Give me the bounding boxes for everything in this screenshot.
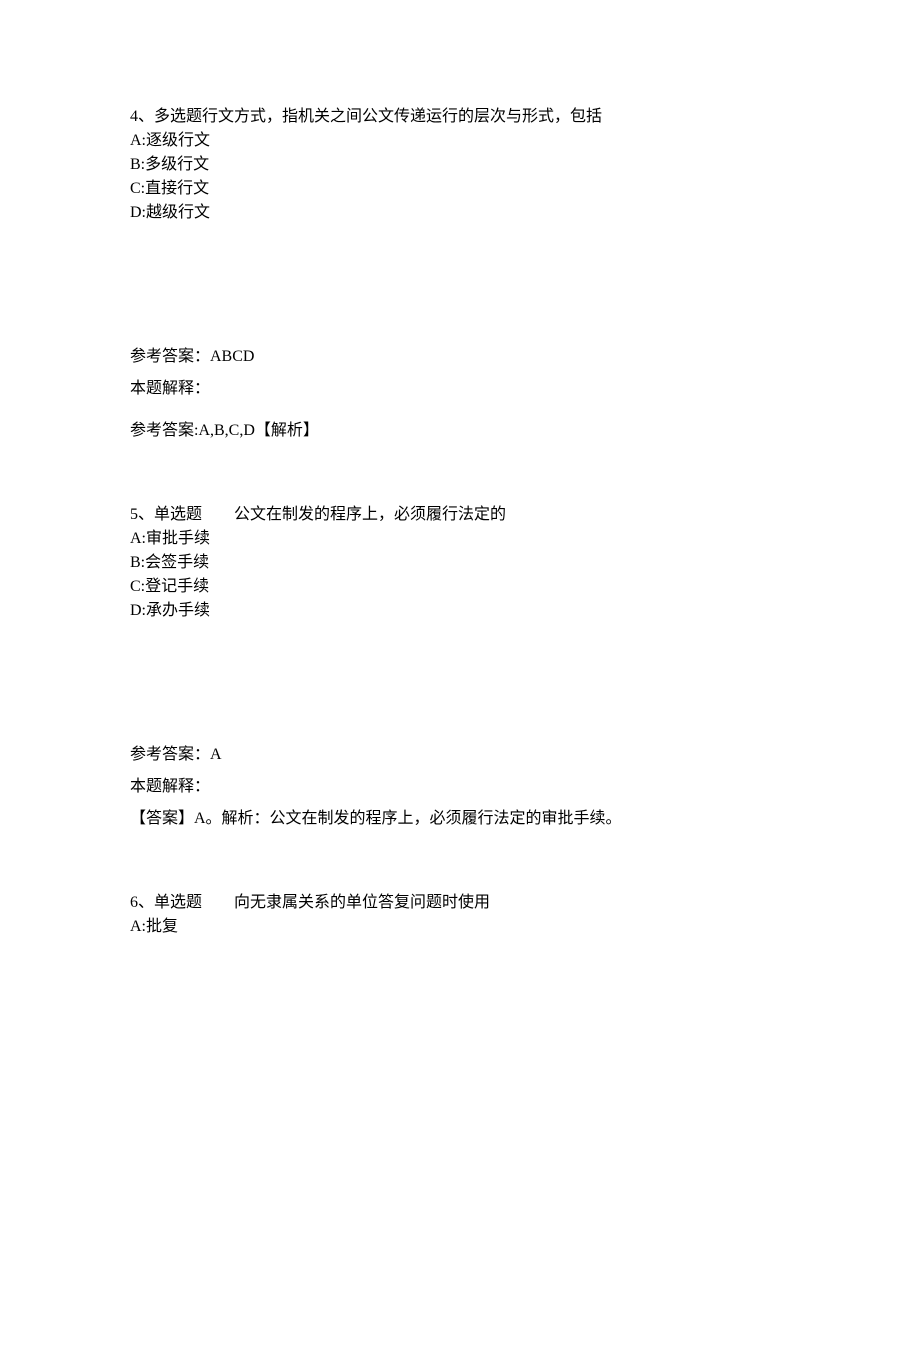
question-4-explain-label: 本题解释： (130, 377, 790, 401)
question-4: 4、多选题行文方式，指机关之间公文传递运行的层次与形式，包括 A:逐级行文 B:… (130, 105, 790, 225)
question-4-answer: 参考答案：ABCD 本题解释： 参考答案:A,B,C,D【解析】 (130, 345, 790, 443)
question-4-option-d: D:越级行文 (130, 201, 790, 225)
question-4-header: 4、多选题行文方式，指机关之间公文传递运行的层次与形式，包括 (130, 105, 790, 129)
question-4-option-c: C:直接行文 (130, 177, 790, 201)
question-5-explain-label: 本题解释： (130, 775, 790, 799)
question-4-answer-label: 参考答案：ABCD (130, 345, 790, 369)
question-4-explain-text: 参考答案:A,B,C,D【解析】 (130, 419, 790, 443)
question-5: 5、单选题 公文在制发的程序上，必须履行法定的 A:审批手续 B:会签手续 C:… (130, 503, 790, 623)
question-4-option-a: A:逐级行文 (130, 129, 790, 153)
question-5-explain-text: 【答案】A。解析：公文在制发的程序上，必须履行法定的审批手续。 (130, 807, 790, 831)
question-5-option-c: C:登记手续 (130, 575, 790, 599)
question-6-header: 6、单选题 向无隶属关系的单位答复问题时使用 (130, 891, 790, 915)
question-4-option-b: B:多级行文 (130, 153, 790, 177)
question-5-option-a: A:审批手续 (130, 527, 790, 551)
question-5-option-b: B:会签手续 (130, 551, 790, 575)
question-5-header: 5、单选题 公文在制发的程序上，必须履行法定的 (130, 503, 790, 527)
question-6-option-a: A:批复 (130, 915, 790, 939)
question-5-option-d: D:承办手续 (130, 599, 790, 623)
question-5-answer: 参考答案：A 本题解释： 【答案】A。解析：公文在制发的程序上，必须履行法定的审… (130, 743, 790, 831)
question-5-answer-label: 参考答案：A (130, 743, 790, 767)
question-6: 6、单选题 向无隶属关系的单位答复问题时使用 A:批复 (130, 891, 790, 939)
